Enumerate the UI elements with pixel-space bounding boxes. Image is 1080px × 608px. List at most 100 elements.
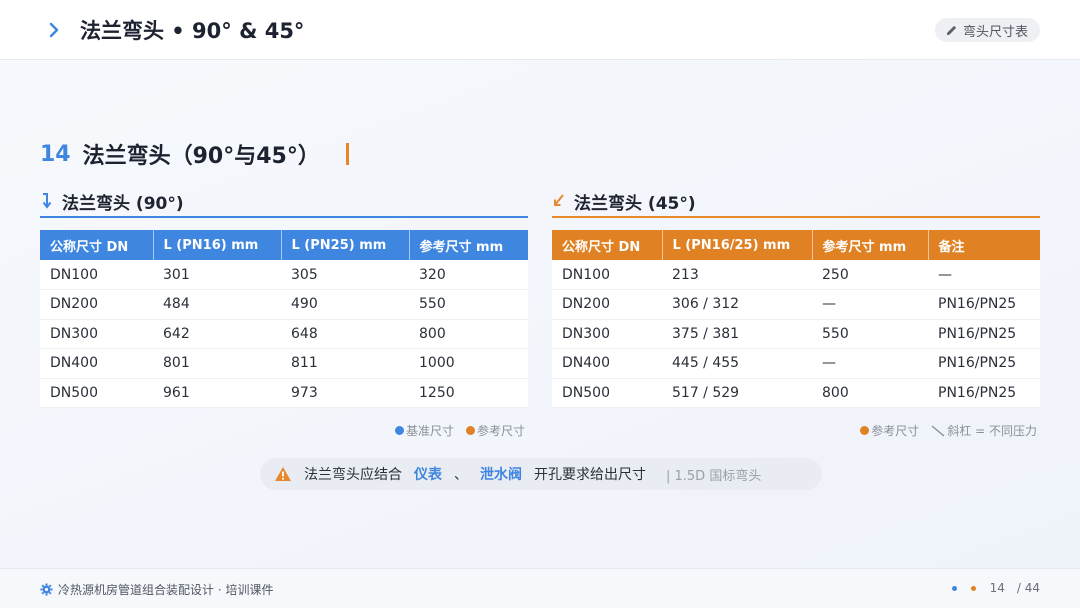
diagonal-line-icon (931, 424, 945, 437)
header-tag-label: 弯头尺寸表 (962, 24, 1028, 40)
table-cell: — (928, 260, 1040, 290)
note-separator: 、 (454, 467, 468, 483)
table-cell: 250 (812, 260, 928, 290)
table-header-row: 公称尺寸 DN L (PN16/25) mm 参考尺寸 mm 备注 (552, 230, 1040, 260)
header-tag[interactable]: 弯头尺寸表 (934, 18, 1040, 42)
section-title: 14 法兰弯头（90°与45°） (40, 138, 349, 170)
table-cell: 811 (281, 348, 409, 379)
table-cell: 961 (153, 378, 281, 408)
table-row: DN400 445 / 455 — PN16/PN25 (552, 348, 1040, 379)
table-header-row: 公称尺寸 DN L (PN16) mm L (PN25) mm 参考尺寸 mm (40, 230, 528, 260)
blue-dot-icon (394, 426, 404, 435)
column-header: 公称尺寸 DN (40, 230, 154, 260)
table-cell: DN500 (552, 378, 662, 408)
column-header: 参考尺寸 mm (409, 230, 528, 260)
panel-45-header: 法兰弯头 (45°) (552, 186, 1040, 218)
table-cell: — (812, 348, 928, 379)
table-cell: 484 (153, 289, 281, 320)
table-cell: PN16/PN25 (928, 348, 1040, 379)
table-cell: 800 (812, 378, 928, 408)
note-prefix: 法兰弯头应结合 (304, 467, 402, 483)
table-cell: PN16/PN25 (928, 378, 1040, 408)
table-cell: PN16/PN25 (928, 319, 1040, 349)
panel-45-degree: 法兰弯头 (45°) 公称尺寸 DN L (PN16/25) mm 参考尺寸 m… (552, 186, 1040, 408)
footer-bar: 冷热源机房管道组合装配设计 · 培训课件 14 / 44 (0, 568, 1080, 608)
column-header: L (PN16) mm (153, 230, 282, 260)
legend-item-reference: 参考尺寸 (465, 422, 525, 439)
legend-45: 参考尺寸 斜杠 = 不同压力 (860, 422, 1037, 439)
table-row: DN300 642 648 800 (40, 319, 528, 349)
chevron-right-icon[interactable] (44, 20, 64, 40)
table-row: DN500 517 / 529 800 PN16/PN25 (552, 378, 1040, 408)
legend-item-reference: 参考尺寸 (860, 422, 919, 439)
table-cell: 973 (281, 378, 409, 408)
legend-item-base: 基准尺寸 (394, 422, 454, 439)
column-header: 公称尺寸 DN (552, 230, 663, 260)
legend-90: 基准尺寸 参考尺寸 (394, 422, 525, 439)
table-cell: 375 / 381 (662, 319, 812, 349)
page-total: / 44 (1016, 581, 1040, 595)
table-cell: DN100 (40, 260, 153, 290)
note-suffix: 开孔要求给出尺寸 (534, 467, 646, 483)
table-cell: PN16/PN25 (928, 289, 1040, 320)
table-cell: — (812, 289, 928, 320)
header-title: 法兰弯头 • 90° & 45° (80, 19, 305, 43)
orange-dot-icon (970, 585, 976, 591)
table-row: DN100 301 305 320 (40, 260, 528, 290)
orange-dot-icon (465, 426, 475, 435)
table-cell: DN400 (40, 348, 153, 379)
table-cell: DN300 (40, 319, 153, 349)
table-row: DN400 801 811 1000 (40, 348, 528, 379)
table-cell: 800 (409, 319, 528, 349)
panel-90-header: 法兰弯头 (90°) (40, 186, 528, 218)
table-cell: 301 (153, 260, 281, 290)
table-cell: 490 (281, 289, 409, 320)
table-cell: DN200 (40, 289, 153, 320)
table-cell: DN100 (552, 260, 662, 290)
gear-icon (40, 583, 53, 596)
note-highlight-drain-valve: 泄水阀 (480, 467, 522, 483)
table-cell: 1250 (409, 378, 528, 408)
footer-course-label: 冷热源机房管道组合装配设计 · 培训课件 (58, 583, 274, 597)
table-cell: 642 (153, 319, 281, 349)
table-cell: 517 / 529 (662, 378, 812, 408)
section-title-text: 法兰弯头（90°与45°） (82, 144, 320, 169)
table-cell: DN400 (552, 348, 662, 379)
note-banner: 法兰弯头应结合 仪表 、 泄水阀 开孔要求给出尺寸 | 1.5D 国标弯头 (260, 458, 822, 490)
column-header: L (PN16/25) mm (662, 230, 813, 260)
table-row: DN500 961 973 1250 (40, 378, 528, 408)
orange-dot-icon (860, 426, 870, 435)
footer-pagination: 14 / 44 (951, 581, 1040, 595)
table-cell: 550 (409, 289, 528, 320)
table-row: DN200 306 / 312 — PN16/PN25 (552, 289, 1040, 320)
table-cell: DN500 (40, 378, 153, 408)
note-highlight-instrument: 仪表 (414, 467, 442, 483)
table-cell: DN300 (552, 319, 662, 349)
table-cell: 550 (812, 319, 928, 349)
warning-icon (275, 467, 291, 481)
arrow-diagonal-icon (554, 194, 564, 206)
table-cell: 306 / 312 (662, 289, 812, 320)
panel-45-title: 法兰弯头 (45°) (574, 193, 696, 214)
table-row: DN100 213 250 — (552, 260, 1040, 290)
blue-dot-icon (951, 585, 957, 591)
column-header: 参考尺寸 mm (812, 230, 929, 260)
column-header: 备注 (928, 230, 1040, 260)
section-number: 14 (40, 141, 71, 167)
legend-label: 参考尺寸 (871, 424, 920, 438)
table-cell: 213 (662, 260, 812, 290)
table-90-degree: 公称尺寸 DN L (PN16) mm L (PN25) mm 参考尺寸 mm … (40, 230, 528, 408)
pencil-icon (946, 25, 957, 35)
legend-item-slash: 斜杠 = 不同压力 (931, 422, 1037, 439)
table-cell: 1000 (409, 348, 528, 379)
legend-label: 参考尺寸 (476, 424, 525, 438)
arrow-down-return-icon (42, 193, 52, 209)
panel-90-title: 法兰弯头 (90°) (62, 193, 184, 214)
table-45-degree: 公称尺寸 DN L (PN16/25) mm 参考尺寸 mm 备注 DN100 … (552, 230, 1040, 408)
legend-label: 基准尺寸 (405, 424, 454, 438)
note-standard: | 1.5D 国标弯头 (666, 468, 762, 484)
legend-label: 斜杠 = 不同压力 (947, 424, 1037, 438)
panel-90-degree: 法兰弯头 (90°) 公称尺寸 DN L (PN16) mm L (PN25) … (40, 186, 528, 408)
table-cell: 648 (281, 319, 409, 349)
column-header: L (PN25) mm (281, 230, 410, 260)
